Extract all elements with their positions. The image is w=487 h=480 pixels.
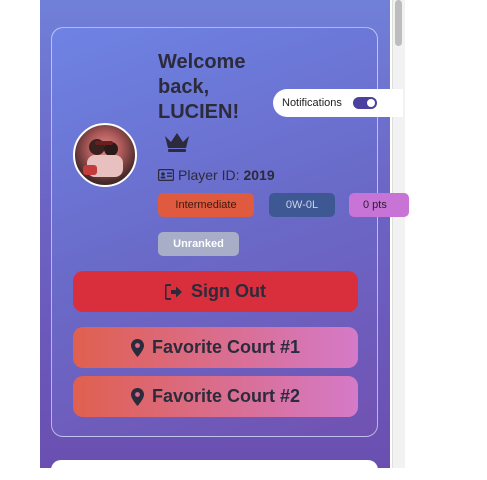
player-id: Player ID: 2019	[158, 166, 275, 184]
favorite-court-2-label: Favorite Court #2	[151, 386, 301, 406]
favorite-court-1-label: Favorite Court #1	[151, 337, 301, 357]
map-pin-icon	[130, 387, 144, 406]
next-card	[51, 460, 378, 480]
switch-knob	[367, 99, 375, 107]
crown-icon	[165, 133, 189, 152]
welcome-line-1: Welcome	[158, 51, 246, 73]
player-id-label: Player ID:	[178, 167, 240, 183]
sign-out-label: Sign Out	[191, 281, 266, 301]
player-id-value: 2019	[243, 167, 275, 183]
map-pin-icon	[130, 338, 144, 357]
favorite-court-1-button[interactable]: Favorite Court #1	[73, 327, 358, 368]
level-badge: Intermediate	[158, 193, 254, 217]
favorite-court-2-button[interactable]: Favorite Court #2	[73, 376, 358, 417]
welcome-heading: Welcome back, LUCIEN!	[158, 50, 278, 125]
avatar-photo	[83, 139, 123, 177]
notifications-toggle[interactable]: Notifications	[273, 89, 403, 117]
scrollbar-thumb[interactable]	[395, 0, 402, 46]
avatar[interactable]	[73, 123, 137, 187]
notifications-switch[interactable]	[353, 97, 377, 109]
id-card-icon	[158, 169, 174, 181]
rank-badge: Unranked	[158, 232, 239, 256]
sign-out-icon	[165, 283, 182, 300]
record-badge: 0W-0L	[269, 193, 335, 217]
points-badge: 0 pts	[349, 193, 409, 217]
notifications-label: Notifications	[282, 97, 342, 109]
welcome-line-3: LUCIEN!	[158, 101, 240, 123]
sign-out-button[interactable]: Sign Out	[73, 271, 358, 312]
scrollbar-track[interactable]	[392, 0, 405, 468]
welcome-line-2: back,	[158, 76, 210, 98]
